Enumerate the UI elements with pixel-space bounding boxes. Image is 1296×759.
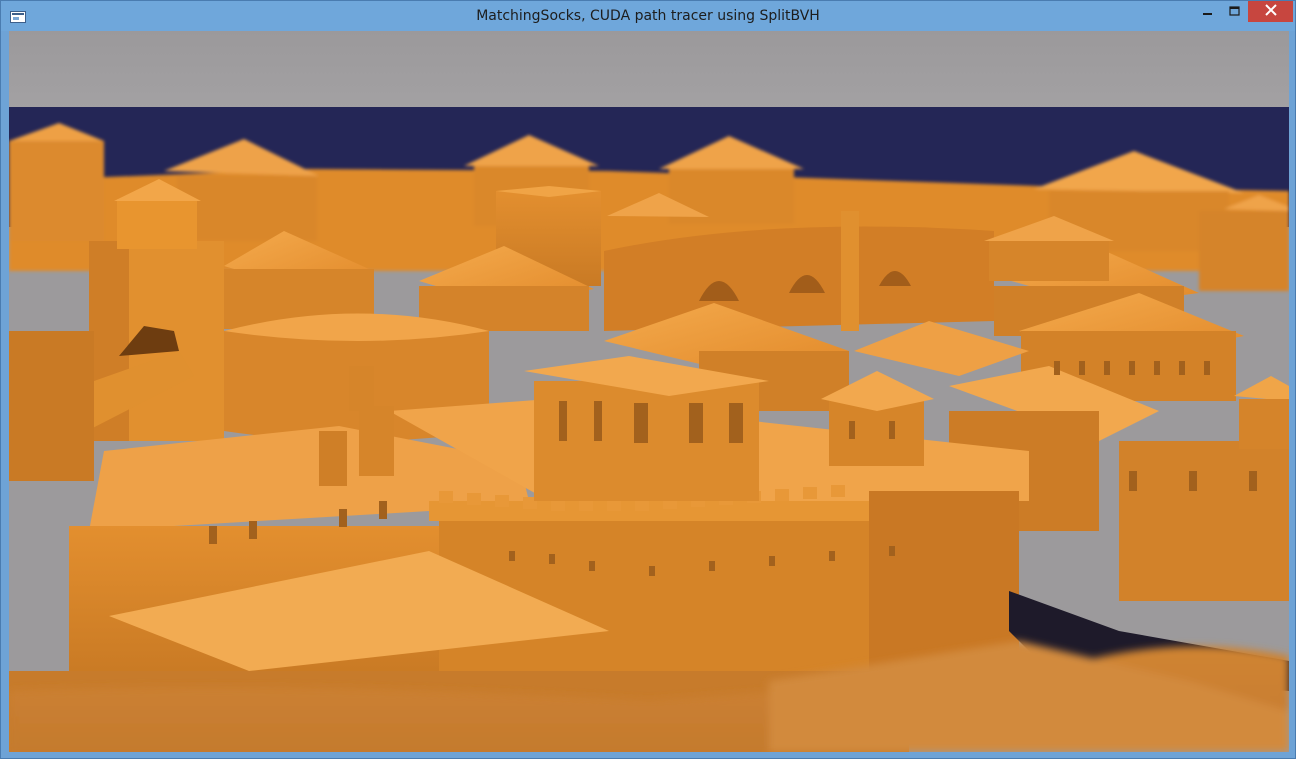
render-viewport[interactable] [9, 31, 1289, 752]
sky [9, 31, 1289, 109]
rendered-scene [9, 31, 1289, 752]
title-bar[interactable]: MatchingSocks, CUDA path tracer using Sp… [1, 1, 1295, 31]
maximize-button[interactable] [1221, 1, 1248, 22]
window-title: MatchingSocks, CUDA path tracer using Sp… [476, 8, 820, 24]
minimize-button[interactable] [1194, 1, 1221, 22]
minimize-icon [1202, 3, 1213, 21]
close-icon [1264, 3, 1277, 21]
close-button[interactable] [1248, 1, 1293, 22]
app-window: MatchingSocks, CUDA path tracer using Sp… [0, 0, 1296, 759]
maximize-icon [1229, 3, 1240, 21]
